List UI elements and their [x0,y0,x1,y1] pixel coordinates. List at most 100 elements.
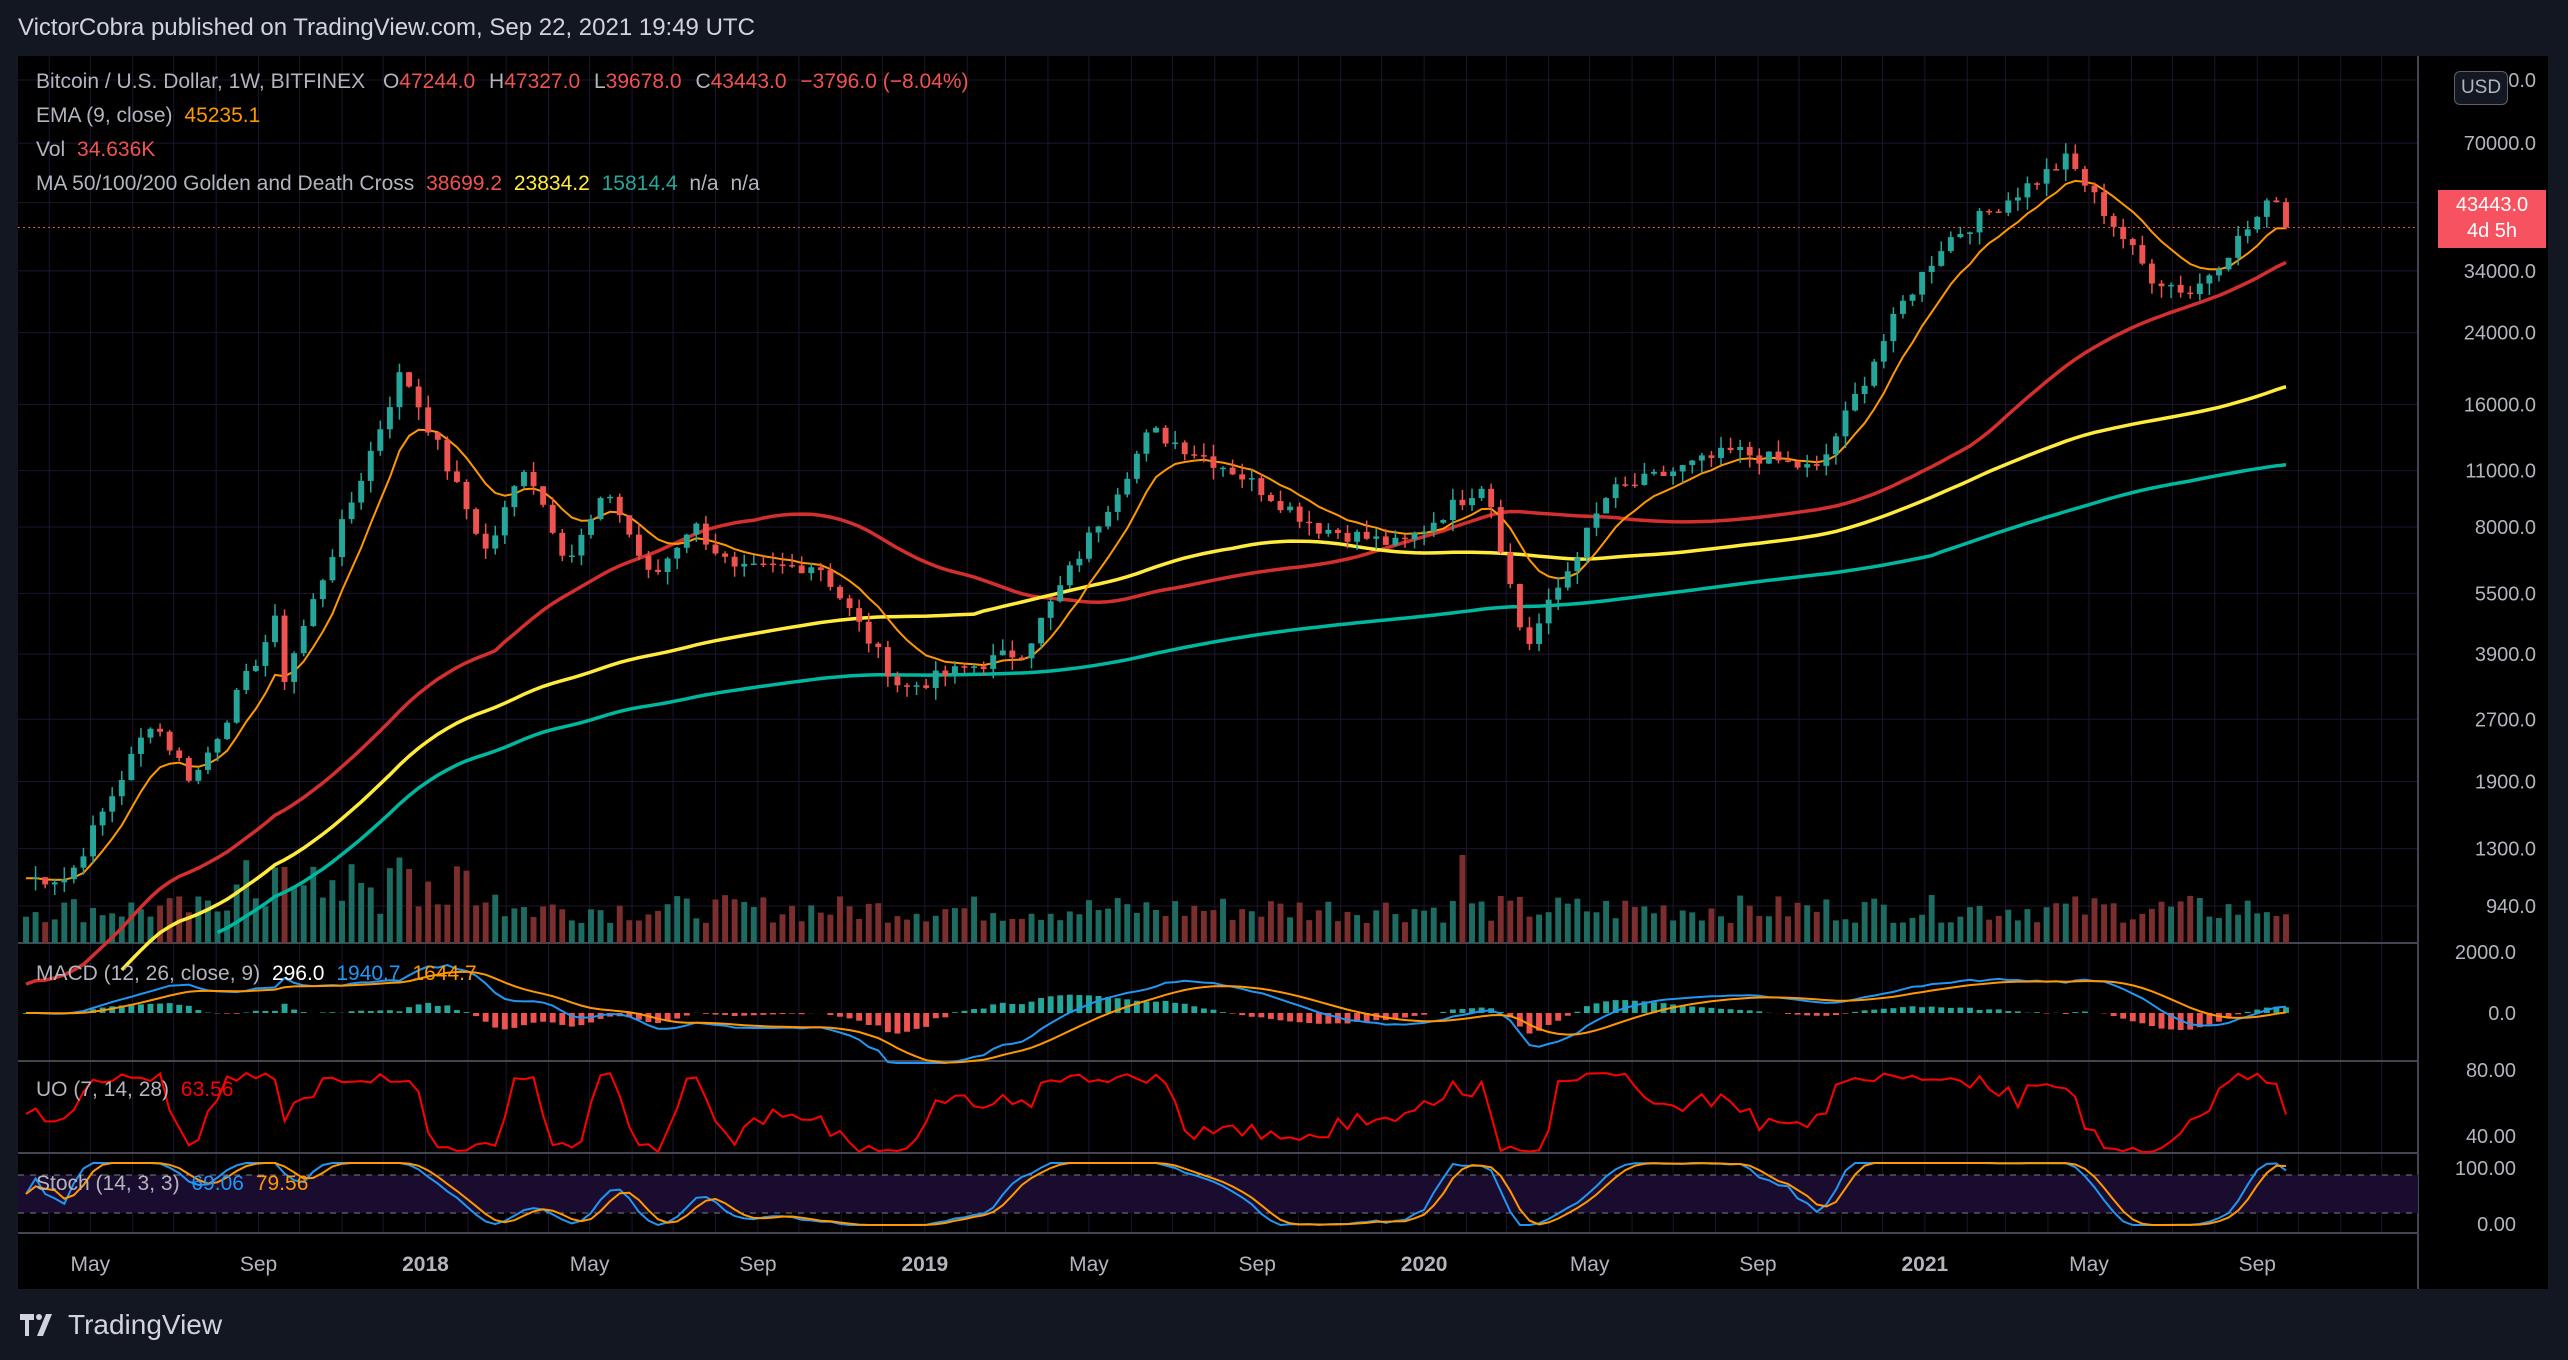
macd-hist-bar [837,1013,843,1017]
candle [1670,467,1677,485]
volume-bar [588,909,594,943]
candle [655,559,661,575]
publisher-text: VictorCobra published on TradingView.com… [18,14,755,41]
candle [1229,459,1236,476]
volume-bar [243,860,250,943]
macd-hist-bar [827,1013,834,1015]
macd-hist-bar [530,1013,537,1023]
volume-bar [655,910,661,943]
volume-bar [1880,904,1887,943]
volume-bar [319,897,326,943]
macd-hist-bar [961,1010,968,1013]
indicator-panes [18,964,2418,1227]
volume-bar [1162,915,1169,943]
candle [2139,235,2146,266]
ema-label: EMA (9, close) [36,104,173,127]
macd-hist-bar [2005,1011,2012,1013]
stoch-d-value: 79.56 [255,1172,309,1195]
candle [731,551,738,577]
macd-hist-bar [1660,1003,1667,1013]
volume-bar [1488,920,1495,943]
candle [1267,492,1274,503]
volume-bar [559,909,566,943]
ema-line [25,179,2287,881]
candle [635,523,642,561]
volume-bar [1392,914,1399,943]
volume-bar [2024,909,2031,943]
candle [329,549,336,583]
volume-bar [951,908,958,943]
candle [1373,528,1380,550]
candle [722,551,729,564]
volume-bar [1832,920,1839,943]
candle [1545,588,1552,635]
volume-bar [1210,910,1217,943]
price-tick-label: 16000.0 [2464,394,2536,416]
ma50-line [25,260,2287,986]
tradingview-logo[interactable]: TradingView [20,1309,222,1341]
candle [358,472,365,510]
volume-bar [1267,901,1274,943]
volume-bar [1047,913,1054,943]
volume-bar [1947,922,1954,943]
volume-bar [1679,910,1686,943]
volume-bar [1354,915,1361,943]
volume-bar [568,920,575,943]
candle [1287,502,1294,513]
candle [1890,307,1897,353]
candle [444,436,451,480]
candle [2014,187,2021,211]
volume-bar [511,908,518,943]
candle [1162,425,1169,447]
ma200-line [216,462,2287,935]
macd-hist-bar [1957,1007,1964,1013]
volume-bar [875,903,882,943]
candle [741,554,748,577]
indicator-tick-label: 40.00 [2466,1126,2516,1148]
currency-badge[interactable]: USD [2454,71,2508,105]
volume-bar [1478,901,1485,943]
candle [913,681,920,696]
change-value: −3796.0 (−8.04%) [800,70,969,93]
candle [856,599,863,632]
volume-bar [1334,921,1341,943]
candle [262,634,269,677]
macd-hist-bar [1200,1008,1207,1013]
volume-bar [2120,922,2127,943]
macd-hist-bar [2081,1011,2088,1013]
volume-bar [425,881,432,943]
volume-bar [1574,898,1581,943]
volume-bar [865,903,872,943]
candle [1516,583,1523,631]
price-chart[interactable]: 100000.070000.050000.034000.024000.01600… [18,56,2548,1289]
macd-hist-bar [1813,1013,1820,1016]
macd-hist-bar [2148,1013,2155,1027]
volume-bar [23,916,29,943]
candle [779,552,786,574]
candle [1334,527,1341,539]
volume-bar [1976,905,1983,943]
candle [1871,358,1878,388]
macd-hist-bar [2062,1013,2069,1015]
ma200-value: 15814.4 [601,172,678,195]
candle [1804,454,1811,478]
volume-bar [51,919,58,943]
candle [1794,460,1801,470]
price-tick-label: 3900.0 [2475,644,2536,666]
macd-hist-bar [463,1012,470,1013]
macd-hist-bar [1038,998,1045,1013]
volume-bar [348,864,355,943]
chart-frame[interactable]: 100000.070000.050000.034000.024000.01600… [18,56,2548,1289]
candle [492,525,499,555]
candle [1574,551,1581,584]
volume-bar [1287,917,1294,943]
candle [1440,519,1447,524]
volume-bar [1363,922,1370,943]
candle [1852,382,1859,412]
macd-hist-bar [1574,1011,1581,1013]
macd-hist-bar [1785,1013,1791,1014]
macd-hist-bar [731,1013,738,1017]
candle [2196,273,2203,301]
volume-bar [1555,897,1562,943]
volume-bar [252,898,259,943]
